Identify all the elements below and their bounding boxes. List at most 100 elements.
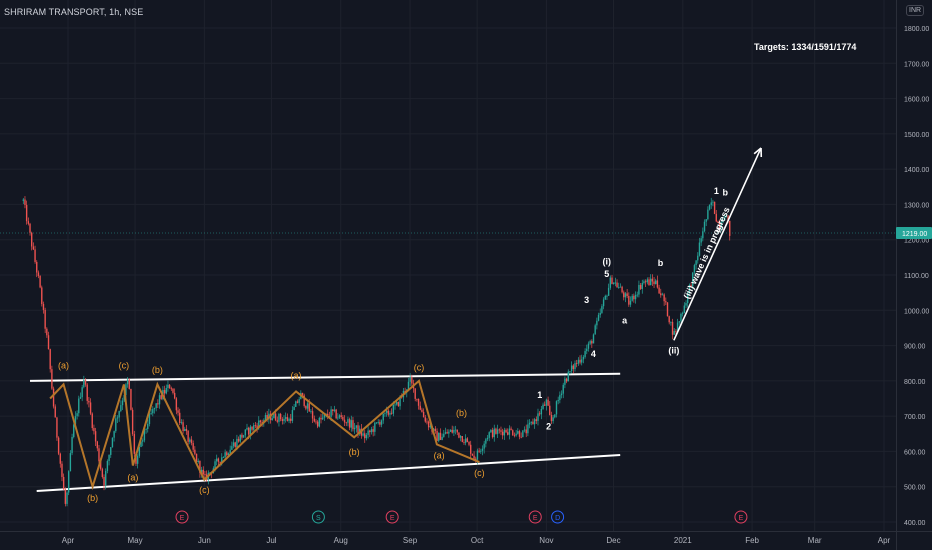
candle-body <box>34 249 36 262</box>
candle-body <box>587 343 590 349</box>
candle-body <box>680 313 682 322</box>
candle-body <box>142 440 144 442</box>
candle-body <box>22 199 24 201</box>
candle-body <box>79 397 82 399</box>
candle-body <box>592 334 595 344</box>
candle-body <box>56 417 58 438</box>
candle-body <box>185 428 188 431</box>
candle-body <box>89 402 92 414</box>
x-tick-label: Mar <box>808 536 822 545</box>
candle-body <box>242 435 245 438</box>
candle-body <box>249 426 252 435</box>
candle-body <box>552 417 554 422</box>
candle-body <box>348 419 351 428</box>
candle-body <box>569 370 571 372</box>
y-tick-label: 1400.00 <box>904 167 929 174</box>
candle-body <box>638 284 640 295</box>
candle-body <box>443 433 445 437</box>
candle-body <box>214 461 216 469</box>
candle-body <box>377 422 379 423</box>
wave-label: 4 <box>591 349 596 359</box>
candle-body <box>609 277 612 288</box>
candle-body <box>387 410 389 415</box>
candle-body <box>421 409 423 412</box>
candle-body <box>177 410 179 413</box>
candle-body <box>439 432 442 440</box>
candle-body <box>454 429 457 431</box>
candle-body <box>150 413 152 415</box>
wave-label: a <box>622 316 628 326</box>
candle-body <box>41 287 43 304</box>
candle-body <box>527 424 529 434</box>
candle-body <box>68 471 70 493</box>
y-tick-label: 800.00 <box>904 379 926 386</box>
event-markers: ESEEDE <box>175 510 748 524</box>
candle-body <box>577 359 580 364</box>
candle-body <box>631 295 633 301</box>
candle-body <box>36 261 38 273</box>
candle-body <box>562 384 564 394</box>
y-tick-label: 1300.00 <box>904 202 929 209</box>
candle-body <box>646 279 649 283</box>
candle-body <box>274 413 277 421</box>
candle-body <box>649 278 652 286</box>
candle-body <box>589 341 591 344</box>
x-tick-label: Oct <box>471 536 484 545</box>
currency-badge[interactable]: INR <box>906 5 925 16</box>
candle-body <box>59 453 61 464</box>
candle-body <box>239 434 241 442</box>
last-price-label: 1219.00 <box>902 231 927 238</box>
candle-body <box>224 452 226 458</box>
candle-body <box>241 434 243 438</box>
candle-body <box>39 275 41 288</box>
candle-body <box>306 403 309 409</box>
candle-body <box>510 428 512 431</box>
candle-body <box>665 301 667 303</box>
candle-body <box>607 287 610 296</box>
candle-body <box>488 432 490 438</box>
candle-body <box>385 410 388 413</box>
candle-body <box>409 377 411 382</box>
y-tick-label: 600.00 <box>904 449 926 456</box>
candle-body <box>533 419 536 425</box>
wave-label: 2 <box>546 422 551 432</box>
candle-body <box>338 415 341 418</box>
targets-note: Targets: 1334/1591/1774 <box>754 42 857 52</box>
candle-body <box>466 438 469 442</box>
wave-label: (b) <box>152 365 163 375</box>
y-tick-label: 1100.00 <box>904 273 929 280</box>
x-tick-label: Jun <box>198 536 211 545</box>
candle-body <box>370 429 373 433</box>
wave-label: (ii) <box>668 345 679 355</box>
candle-body <box>549 405 551 416</box>
candle-body <box>392 404 395 414</box>
candle-body <box>103 477 105 486</box>
x-tick-label: May <box>128 536 143 545</box>
candle-body <box>729 220 731 236</box>
candle-body <box>321 417 324 420</box>
candle-body <box>395 401 398 405</box>
candle-body <box>279 413 282 420</box>
candle-body <box>675 331 677 332</box>
candle-body <box>658 287 660 294</box>
candle-body <box>254 425 257 427</box>
candle-body <box>311 411 314 419</box>
chart-container[interactable]: (a) (b) (c) (a) (b) (c) (a) (b) (c) (b) (a) (c) 1 2 3 4… <box>0 0 932 550</box>
x-tick-label: Apr <box>62 536 75 545</box>
candle-body <box>29 223 31 233</box>
candle-body <box>496 429 499 434</box>
candle-body <box>160 395 162 399</box>
candle-body <box>81 387 83 398</box>
candle-body <box>98 448 100 462</box>
candle-body <box>347 419 349 423</box>
price-chart[interactable]: (a) (b) (c) (a) (b) (c) (a) (b) (c) (b) (a) (c) 1 2 3 4… <box>0 0 932 550</box>
candle-body <box>350 420 352 428</box>
candle-body <box>367 430 369 435</box>
candle-body <box>51 369 53 389</box>
candle-body <box>308 403 310 412</box>
candle-body <box>93 428 95 432</box>
candle-body <box>362 433 364 436</box>
projection-arrow <box>673 147 762 341</box>
candle-body <box>480 450 482 452</box>
x-tick-label: Aug <box>334 536 348 545</box>
